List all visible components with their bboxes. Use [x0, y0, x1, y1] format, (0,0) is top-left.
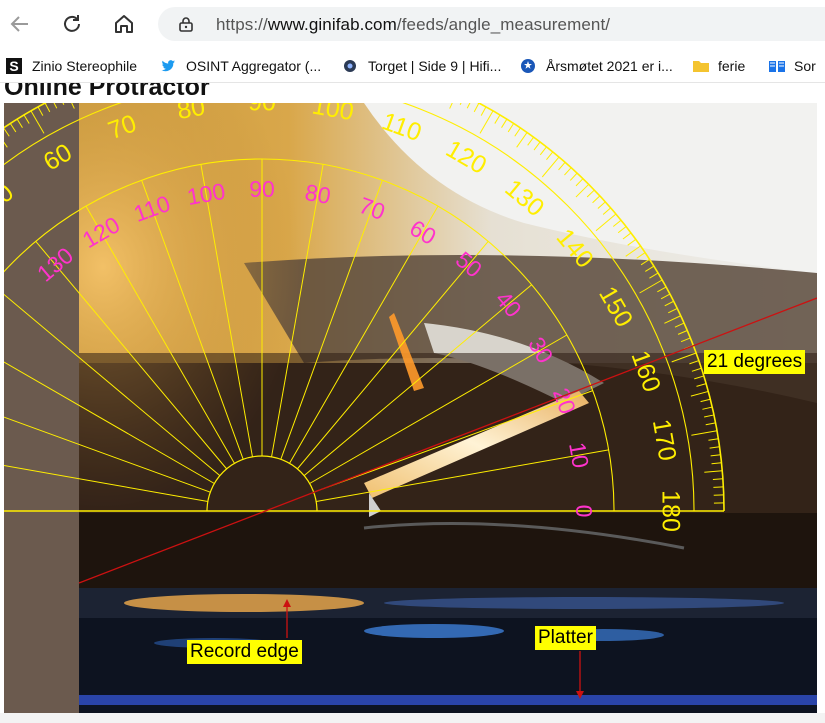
protractor-inner-label: 80 [303, 179, 333, 209]
zinio-icon: S [6, 58, 22, 74]
address-bar[interactable]: https://www.ginifab.com/feeds/angle_meas… [158, 7, 825, 41]
bookmark-label: Torget | Side 9 | Hifi... [368, 58, 502, 74]
bookmarks-bar: S Zinio Stereophile OSINT Aggregator (..… [0, 48, 825, 83]
arrow-left-icon [10, 16, 28, 32]
browser-toolbar: https://www.ginifab.com/feeds/angle_meas… [0, 0, 825, 48]
bookmark-zinio[interactable]: S Zinio Stereophile [6, 56, 137, 76]
bookmark-label: Zinio Stereophile [32, 58, 138, 74]
bookmark-torget[interactable]: Torget | Side 9 | Hifi... [342, 56, 501, 76]
protractor-inner-label: 0 [571, 505, 597, 518]
star-person-icon [520, 58, 536, 74]
twitter-icon [160, 58, 176, 74]
lock-icon [179, 17, 193, 32]
back-button[interactable] [6, 10, 34, 38]
bookmark-label: OSINT Aggregator (... [186, 58, 322, 74]
protractor-outer-label: 90 [248, 103, 276, 117]
protractor-overlay: 1801701601501401301201101009080706050010… [4, 103, 817, 713]
reload-button[interactable] [58, 10, 86, 38]
bookmark-label: Sor [794, 58, 816, 74]
reload-icon [64, 15, 80, 32]
folder-icon [692, 58, 709, 74]
home-button[interactable] [110, 10, 138, 38]
book-icon [768, 58, 785, 74]
bookmark-label: ferie [718, 58, 746, 74]
protractor-tick [713, 486, 724, 488]
protractor-photo: 1801701601501401301201101009080706050010… [4, 103, 817, 713]
url-text: https://www.ginifab.com/feeds/angle_meas… [216, 15, 611, 34]
platter-label: Platter [535, 626, 596, 650]
bookmark-sor[interactable]: Sor [768, 56, 816, 76]
protractor-inner-label: 90 [249, 176, 275, 202]
torget-icon [342, 58, 358, 74]
home-icon [115, 15, 133, 33]
page-bottom [0, 713, 825, 723]
protractor-tick [712, 478, 723, 480]
record-edge-label: Record edge [187, 640, 302, 664]
protractor-inner-label: 10 [564, 440, 594, 470]
bookmark-arsmotet[interactable]: Årsmøtet 2021 er i... [520, 56, 673, 76]
bookmark-ferie[interactable]: ferie [692, 56, 745, 76]
angle-label: 21 degrees [704, 350, 806, 374]
protractor-outer-label: 180 [656, 490, 684, 532]
bookmark-osint[interactable]: OSINT Aggregator (... [160, 56, 321, 76]
bookmark-label: Årsmøtet 2021 er i... [546, 58, 673, 74]
